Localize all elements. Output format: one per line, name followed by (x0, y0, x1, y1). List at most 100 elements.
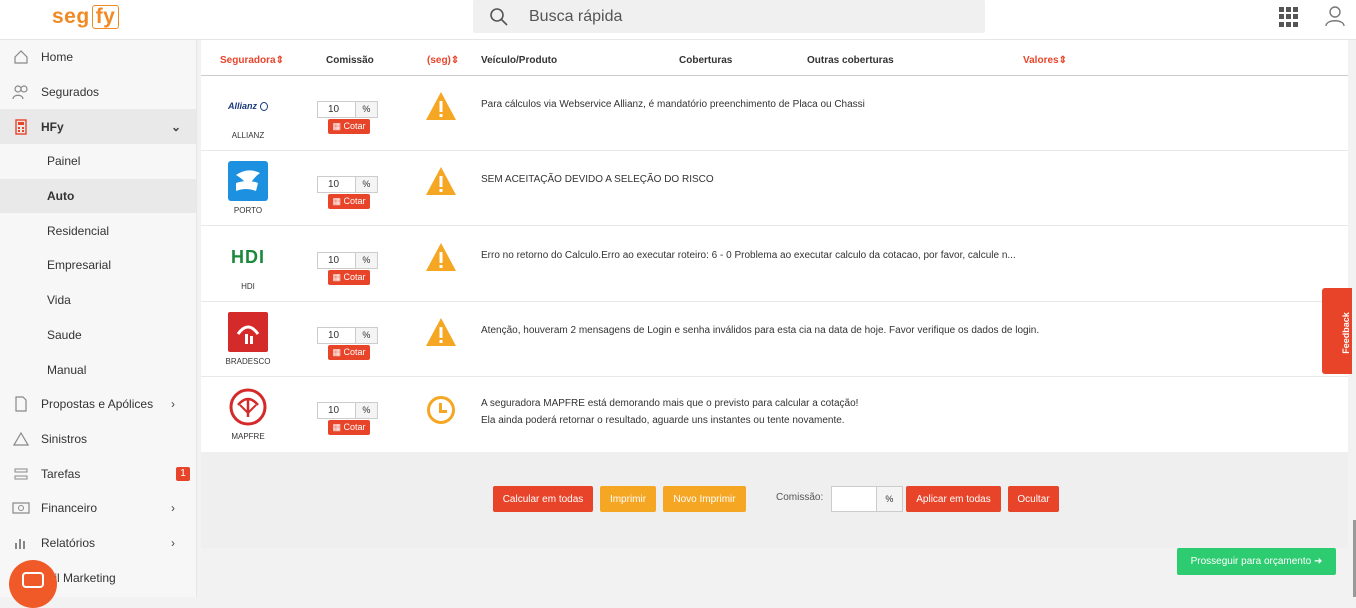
cotar-button[interactable]: ▦ Cotar (328, 345, 370, 360)
logo-text-right: fy (91, 4, 120, 29)
commission-field[interactable]: 10% (317, 402, 378, 419)
insurer-name: HDI (241, 282, 255, 291)
table-row: PORTO 10% ▦ Cotar SEM ACEITAÇÃO DEVIDO A… (201, 151, 1348, 226)
sidebar-item-label: Auto (47, 189, 75, 204)
cotar-button[interactable]: ▦ Cotar (328, 119, 370, 134)
insurer-name: MAPFRE (231, 432, 265, 441)
chart-icon (12, 534, 30, 552)
user-profile-icon[interactable] (1324, 5, 1346, 27)
warning-icon (426, 243, 456, 271)
sidebar-item-segurados[interactable]: Segurados (0, 75, 196, 110)
table-header: Seguradora⇕ Comissão (seg)⇕ Veículo/Prod… (201, 40, 1348, 76)
quote-results-table: Seguradora⇕ Comissão (seg)⇕ Veículo/Prod… (201, 40, 1348, 452)
sidebar-item-label: Residencial (47, 223, 110, 238)
bradesco-logo (228, 312, 268, 352)
warning-icon (426, 318, 456, 346)
hdi-logo: HDI (231, 246, 265, 267)
chevron-right-icon: › (171, 501, 175, 516)
chevron-right-icon: › (171, 535, 175, 550)
cotar-button[interactable]: ▦ Cotar (328, 194, 370, 209)
top-bar: seg fy Busca rápida (0, 0, 1356, 40)
search-icon (490, 7, 508, 26)
apply-all-button[interactable]: Aplicar em todas (906, 486, 1001, 512)
column-header-valores[interactable]: Valores⇕ (1023, 55, 1067, 66)
new-print-button[interactable]: Novo Imprimir (663, 486, 746, 512)
sidebar-item-sinistros[interactable]: Sinistros (0, 422, 196, 457)
column-header-seguradora[interactable]: Seguradora⇕ (220, 55, 284, 66)
porto-logo (228, 161, 268, 201)
sidebar-item-label: Painel (47, 154, 81, 169)
money-icon (12, 499, 30, 517)
cotar-button[interactable]: ▦ Cotar (328, 420, 370, 435)
chat-icon[interactable] (9, 560, 57, 608)
document-icon (12, 395, 30, 413)
search-input[interactable]: Busca rápida (529, 8, 622, 26)
insurer-name: PORTO (233, 206, 263, 215)
commission-label: Comissão: (776, 492, 824, 503)
users-icon (12, 83, 30, 101)
clock-icon (427, 396, 455, 424)
proceed-to-budget-button[interactable]: Prosseguir para orçamento ➜ (1177, 548, 1336, 575)
table-row: MAPFRE 10% ▦ Cotar A seguradora MAPFRE e… (201, 377, 1348, 452)
sidebar-item-saude[interactable]: Saude (0, 318, 196, 353)
sidebar-item-relatorios[interactable]: Relatórios › (0, 526, 196, 561)
calculate-all-button[interactable]: Calcular em todas (493, 486, 593, 512)
sidebar-item-label: Saude (47, 327, 82, 342)
insurer-name: BRADESCO (225, 357, 271, 366)
apps-grid-icon[interactable] (1279, 7, 1299, 27)
sidebar-item-label: Vida (47, 293, 71, 308)
status-message: SEM ACEITAÇÃO DEVIDO A SELEÇÃO DO RISCO (481, 174, 714, 185)
scrollbar-track[interactable] (1352, 40, 1356, 597)
sidebar-item-manual[interactable]: Manual (0, 352, 196, 387)
sidebar-item-home[interactable]: Home (0, 40, 196, 75)
column-header-outras: Outras coberturas (807, 55, 894, 66)
sidebar-item-label: Segurados (41, 85, 100, 100)
commission-all-input[interactable] (832, 487, 876, 511)
sidebar-item-propostas[interactable]: Propostas e Apólices › (0, 387, 196, 422)
insurer-name: ALLIANZ (231, 131, 265, 140)
sidebar-item-label: Financeiro (41, 501, 98, 516)
commission-field[interactable]: 10% (317, 252, 378, 269)
sidebar-item-residencial[interactable]: Residencial (0, 213, 196, 248)
commission-field[interactable]: 10% (317, 327, 378, 344)
status-message: Para cálculos via Webservice Allianz, é … (481, 99, 865, 110)
sidebar-item-label: Propostas e Apólices (41, 397, 154, 412)
sidebar-item-auto[interactable]: Auto (0, 178, 196, 214)
hide-button[interactable]: Ocultar (1008, 486, 1059, 512)
sidebar-item-financeiro[interactable]: Financeiro › (0, 491, 196, 526)
commission-field[interactable]: 10% (317, 176, 378, 193)
sidebar-item-label: HFy (41, 119, 64, 134)
table-row: HDI HDI 10% ▦ Cotar Erro no retorno do C… (201, 227, 1348, 302)
commission-all-field[interactable]: % (831, 486, 903, 512)
search-bar[interactable]: Busca rápida (473, 0, 985, 33)
column-header-seg[interactable]: (seg)⇕ (427, 55, 459, 66)
app-logo[interactable]: seg fy (50, 3, 121, 30)
sidebar-item-label: Relatórios (41, 535, 96, 550)
commission-field[interactable]: 10% (317, 101, 378, 118)
sidebar-item-painel[interactable]: Painel (0, 144, 196, 179)
chevron-right-icon: › (171, 397, 175, 412)
column-header-comissao: Comissão (326, 55, 374, 66)
sidebar-item-vida[interactable]: Vida (0, 283, 196, 318)
sidebar-item-tarefas[interactable]: Tarefas 1 (0, 456, 196, 491)
table-row: Allianz ALLIANZ 10% ▦ Cotar Para cálculo… (201, 76, 1348, 151)
sidebar-item-label: Tarefas (41, 466, 81, 481)
column-header-coberturas: Coberturas (679, 55, 733, 66)
print-button[interactable]: Imprimir (600, 486, 656, 512)
sidebar-item-empresarial[interactable]: Empresarial (0, 248, 196, 283)
sidebar-item-hfy[interactable]: HFy ⌄ (0, 109, 196, 145)
sidebar-item-label: Home (41, 50, 74, 65)
home-icon (12, 48, 30, 66)
chevron-down-icon: ⌄ (171, 119, 182, 134)
status-message: Atenção, houveram 2 mensagens de Login e… (481, 325, 1040, 336)
warning-icon (426, 92, 456, 120)
cotar-button[interactable]: ▦ Cotar (328, 270, 370, 285)
notification-badge: 1 (176, 466, 190, 481)
actions-bar: Calcular em todas Imprimir Novo Imprimir… (201, 452, 1348, 548)
feedback-tab[interactable]: Feedback (1322, 288, 1352, 374)
mapfre-logo (228, 387, 268, 427)
allianz-logo: Allianz (228, 86, 268, 126)
sidebar: Home Segurados HFy ⌄ Painel Auto Residen… (0, 40, 197, 597)
sidebar-item-label: Sinistros (41, 431, 88, 446)
warning-icon (12, 430, 30, 448)
